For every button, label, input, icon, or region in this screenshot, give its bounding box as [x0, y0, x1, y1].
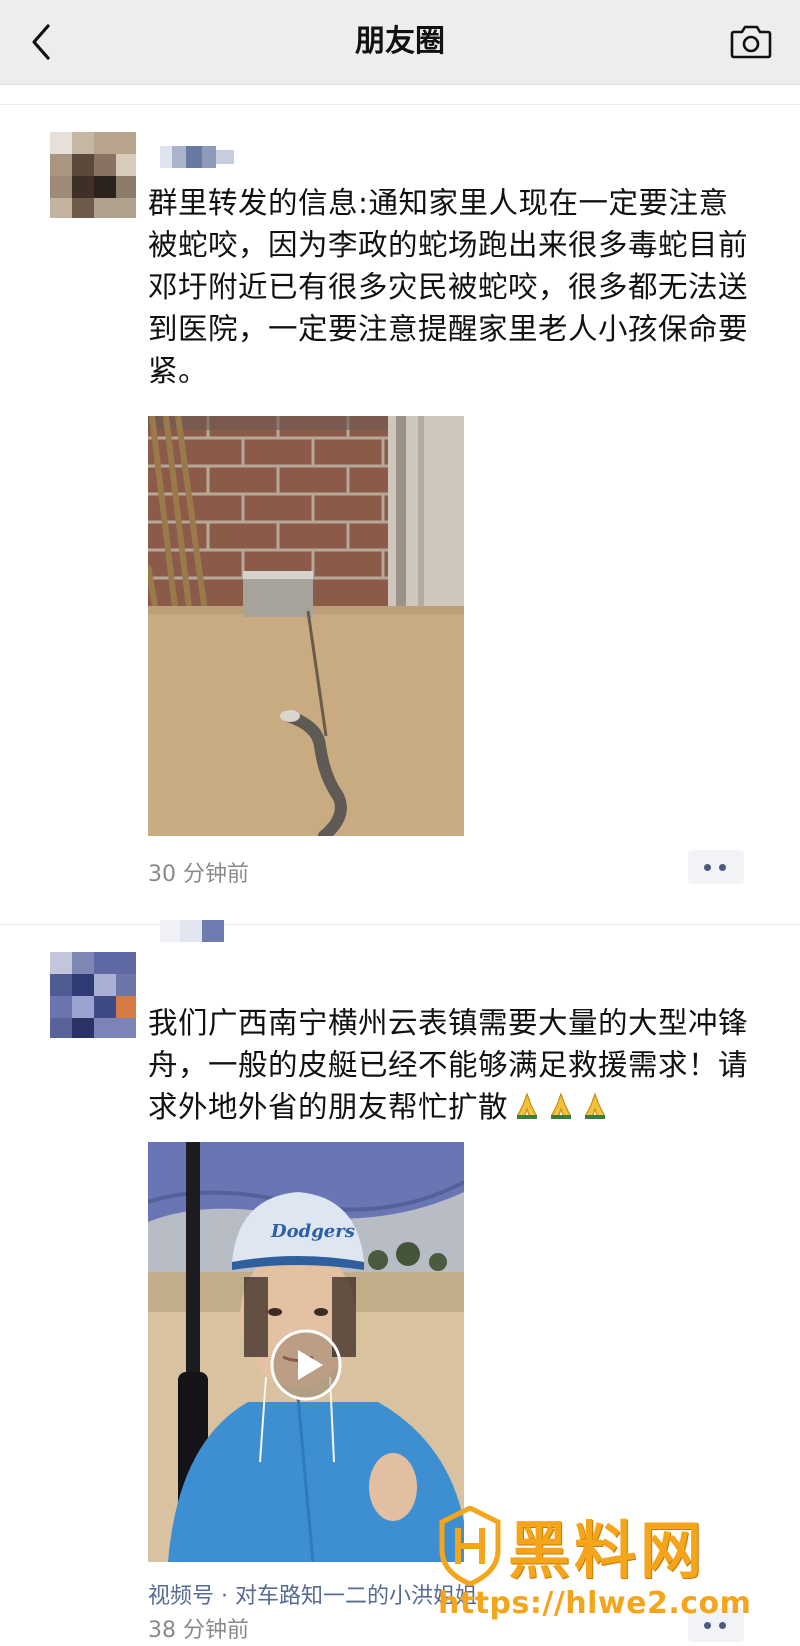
site-watermark: 黑料网 https://hlwe2.com: [438, 1506, 780, 1626]
flood-snake-photo: [148, 416, 464, 836]
praying-hands-emoji-icon: [551, 1092, 572, 1119]
avatar[interactable]: [50, 952, 136, 1038]
more-actions-button[interactable]: [688, 850, 744, 884]
play-icon[interactable]: [269, 1328, 343, 1402]
watermark-brand: 黑料网: [508, 1514, 707, 1587]
post-time: 38 分钟前: [148, 1618, 249, 1643]
username[interactable]: [160, 142, 250, 170]
post-text-body: 我们广西南宁横州云表镇需要大量的大型冲锋舟，一般的皮艇已经不能够满足救援需求！请…: [148, 1006, 749, 1124]
post-time: 30 分钟前: [148, 862, 249, 887]
cap-logo-text: Dodgers: [270, 1221, 355, 1242]
post-text: 我们广西南宁横州云表镇需要大量的大型冲锋舟，一般的皮艇已经不能够满足救援需求！请…: [148, 1002, 758, 1128]
post-divider: [0, 924, 800, 925]
avatar[interactable]: [50, 132, 136, 218]
username[interactable]: [160, 920, 250, 948]
post-divider: [0, 104, 800, 105]
dot-icon: [704, 864, 711, 871]
watermark-url: https://hlwe2.com: [438, 1586, 752, 1621]
channel-link[interactable]: 视频号 · 对车路知一二的小洪姐姐: [148, 1578, 477, 1610]
shield-logo-icon: [439, 1506, 501, 1586]
praying-hands-emoji-icon: [517, 1092, 538, 1119]
praying-hands-emoji-icon: [585, 1092, 606, 1119]
post-text: 群里转发的信息:通知家里人现在一定要注意被蛇咬，因为李政的蛇场跑出来很多毒蛇目前…: [148, 186, 749, 388]
navbar: 朋友圈: [0, 0, 800, 85]
page-title: 朋友圈: [355, 24, 445, 59]
post-video[interactable]: Dodgers: [148, 1142, 464, 1562]
moment-post: 群里转发的信息:通知家里人现在一定要注意被蛇咬，因为李政的蛇场跑出来很多毒蛇目前…: [0, 104, 800, 924]
dot-icon: [719, 864, 726, 871]
camera-icon[interactable]: [730, 22, 772, 60]
post-photo[interactable]: [148, 416, 464, 836]
